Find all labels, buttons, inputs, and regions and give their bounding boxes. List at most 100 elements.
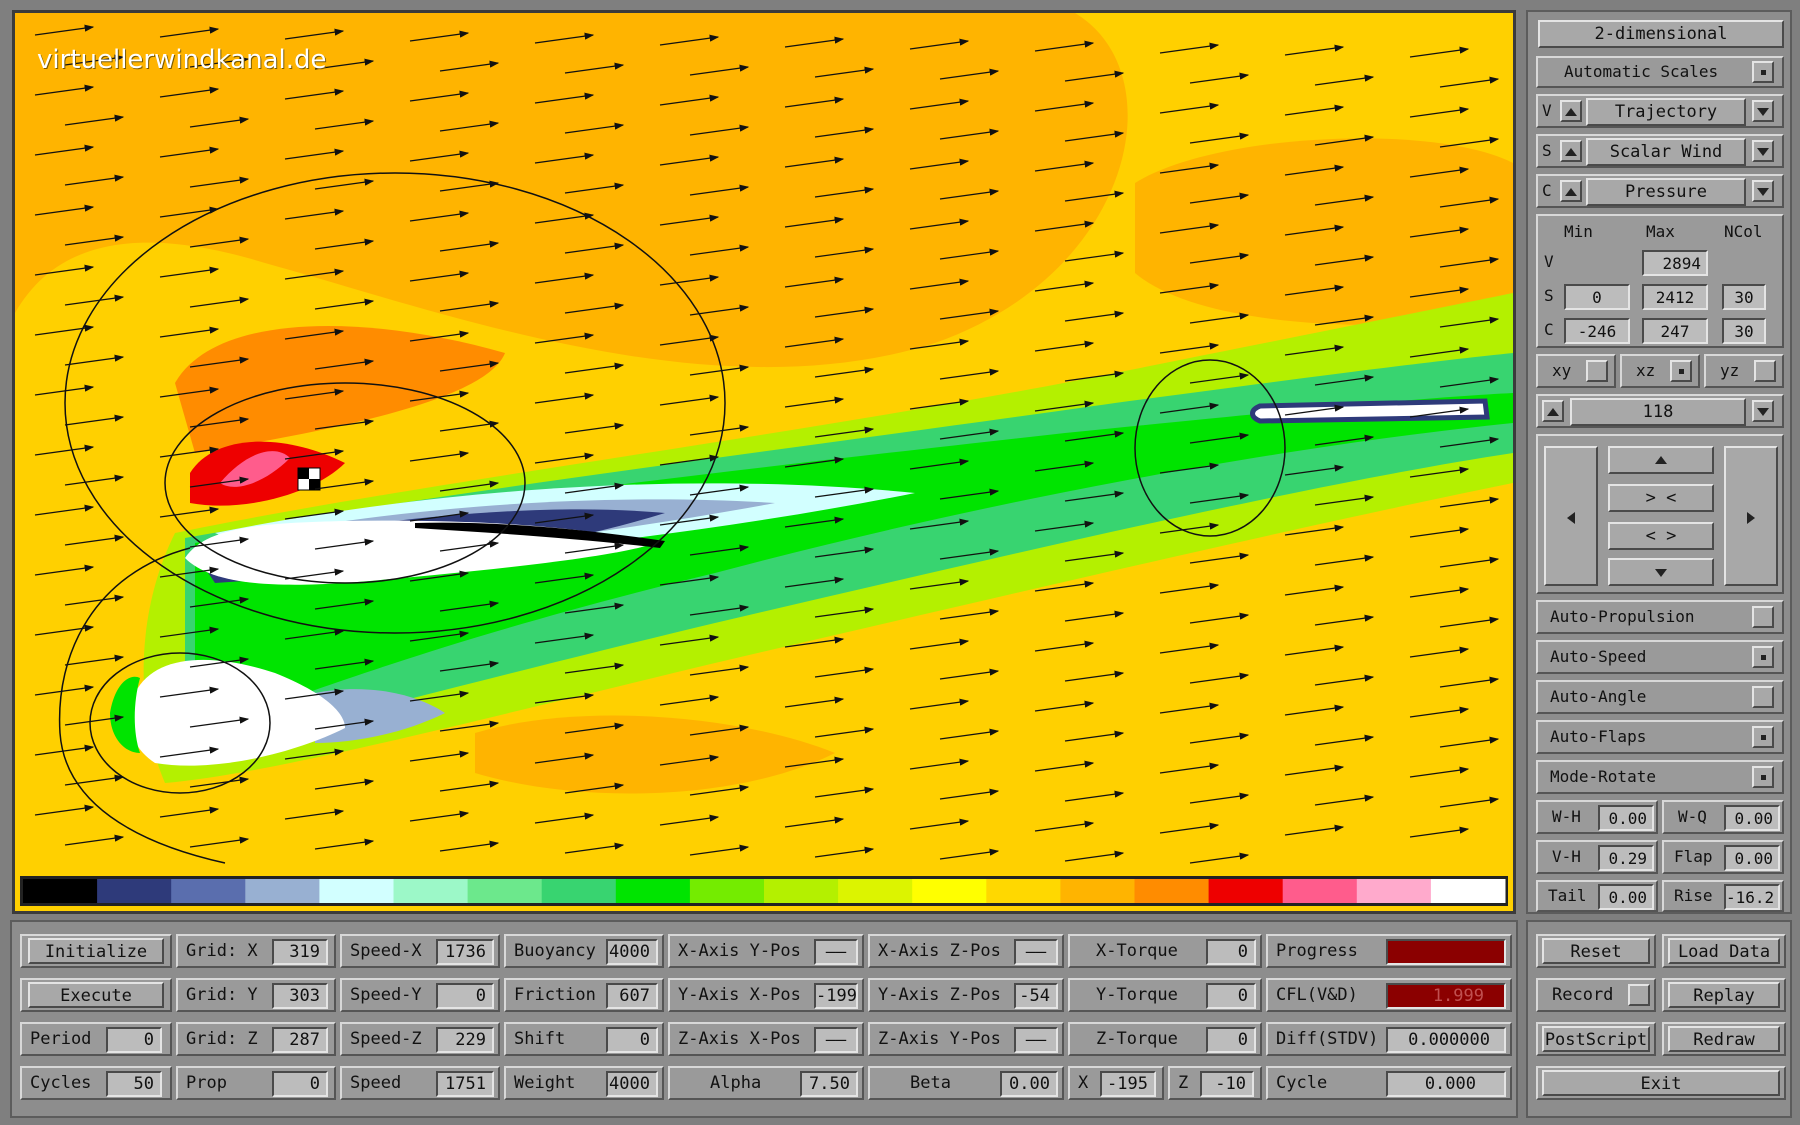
yaxis-zpos-field[interactable]: -54 bbox=[1014, 983, 1058, 1009]
buoyancy-field[interactable]: 4000 bbox=[606, 939, 658, 965]
auto-scales-checkbox[interactable] bbox=[1752, 61, 1774, 83]
pan-left-button[interactable] bbox=[1544, 446, 1598, 586]
prop-field[interactable]: 0 bbox=[272, 1071, 328, 1097]
diff-field: 0.000000 bbox=[1386, 1027, 1506, 1053]
ytorque-field[interactable]: 0 bbox=[1206, 983, 1256, 1009]
scalar-type-select[interactable]: Scalar Wind bbox=[1586, 138, 1746, 166]
c-up-arrow-icon[interactable] bbox=[1560, 180, 1582, 202]
x-field[interactable]: -195 bbox=[1100, 1071, 1156, 1097]
speed-field[interactable]: 1751 bbox=[436, 1071, 494, 1097]
pan-down-button[interactable] bbox=[1608, 558, 1714, 586]
auto-angle-checkbox[interactable] bbox=[1752, 686, 1774, 708]
v-dropdown-icon[interactable] bbox=[1752, 100, 1774, 122]
color-legend-swatch bbox=[97, 879, 172, 903]
yaxis-zpos-label: Y-Axis Z-Pos bbox=[878, 985, 1001, 1005]
ztorque-field[interactable]: 0 bbox=[1206, 1027, 1256, 1053]
c-dropdown-icon[interactable] bbox=[1752, 180, 1774, 202]
slice-down-icon[interactable] bbox=[1752, 400, 1774, 422]
redraw-button[interactable]: Redraw bbox=[1668, 1026, 1780, 1052]
exit-button[interactable]: Exit bbox=[1542, 1070, 1780, 1096]
dimension-toggle-button[interactable]: 2-dimensional bbox=[1538, 20, 1784, 48]
yaxis-xpos-field[interactable]: -199 bbox=[814, 983, 858, 1009]
plane-xz-radio[interactable] bbox=[1670, 360, 1692, 382]
s-dropdown-icon[interactable] bbox=[1752, 140, 1774, 162]
flow-visualization-canvas[interactable]: virtuellerwindkanal.de bbox=[12, 10, 1516, 914]
record-checkbox[interactable] bbox=[1628, 984, 1650, 1006]
pan-up-button[interactable] bbox=[1608, 446, 1714, 474]
auto-propulsion-checkbox[interactable] bbox=[1752, 606, 1774, 628]
xtorque-cell: X-Torque 0 bbox=[1068, 934, 1262, 968]
xaxis-ypos-field[interactable]: —— bbox=[814, 939, 858, 965]
s-ncol-field[interactable]: 30 bbox=[1722, 284, 1766, 310]
initialize-button[interactable]: Initialize bbox=[28, 938, 164, 964]
color-legend-swatch bbox=[467, 879, 543, 903]
auto-speed-checkbox[interactable] bbox=[1752, 646, 1774, 668]
wh-label: W-H bbox=[1552, 807, 1581, 826]
weight-field[interactable]: 4000 bbox=[606, 1071, 658, 1097]
z-field[interactable]: -10 bbox=[1200, 1071, 1254, 1097]
slice-value[interactable]: 118 bbox=[1570, 398, 1746, 426]
zaxis-xpos-field[interactable]: —— bbox=[814, 1027, 858, 1053]
gridy-field[interactable]: 303 bbox=[272, 983, 328, 1009]
plane-xy-radio[interactable] bbox=[1586, 360, 1608, 382]
navigation-pad: > < < > bbox=[1536, 434, 1784, 594]
v-up-arrow-icon[interactable] bbox=[1560, 100, 1582, 122]
contour-type-select[interactable]: Pressure bbox=[1586, 178, 1746, 206]
cfl-label: CFL(V&D) bbox=[1276, 985, 1358, 1005]
c-max-field[interactable]: 247 bbox=[1642, 318, 1708, 344]
v-max-field[interactable]: 2894 bbox=[1642, 250, 1708, 276]
speedz-field[interactable]: 229 bbox=[436, 1027, 494, 1053]
auto-scales-group: Automatic Scales bbox=[1536, 56, 1784, 88]
slice-control: 118 bbox=[1536, 394, 1784, 428]
zoom-in-button[interactable]: > < bbox=[1608, 484, 1714, 512]
z-cell: Z -10 bbox=[1168, 1066, 1262, 1100]
wh-field[interactable]: 0.00 bbox=[1598, 805, 1654, 831]
reset-button[interactable]: Reset bbox=[1542, 938, 1650, 964]
xaxis-zpos-field[interactable]: —— bbox=[1014, 939, 1058, 965]
gridx-field[interactable]: 319 bbox=[272, 939, 328, 965]
postscript-button[interactable]: PostScript bbox=[1542, 1026, 1650, 1052]
auto-speed-label: Auto-Speed bbox=[1550, 647, 1647, 666]
cycles-field[interactable]: 50 bbox=[106, 1071, 162, 1097]
speedx-field[interactable]: 1736 bbox=[436, 939, 494, 965]
c-ncol-field[interactable]: 30 bbox=[1722, 318, 1766, 344]
friction-label: Friction bbox=[514, 985, 596, 1005]
alpha-field[interactable]: 7.50 bbox=[800, 1071, 858, 1097]
s-max-field[interactable]: 2412 bbox=[1642, 284, 1708, 310]
xaxis-ypos-cell: X-Axis Y-Pos —— bbox=[668, 934, 864, 968]
color-legend-swatch bbox=[1356, 879, 1432, 903]
replay-button[interactable]: Replay bbox=[1668, 982, 1780, 1008]
pan-right-button[interactable] bbox=[1724, 446, 1778, 586]
plane-yz-radio[interactable] bbox=[1754, 360, 1776, 382]
xtorque-field[interactable]: 0 bbox=[1206, 939, 1256, 965]
flap-label: Flap bbox=[1674, 847, 1713, 866]
flap-field[interactable]: 0.00 bbox=[1724, 845, 1780, 871]
shift-field[interactable]: 0 bbox=[606, 1027, 658, 1053]
slice-up-icon[interactable] bbox=[1542, 400, 1564, 422]
color-legend-swatch bbox=[319, 879, 394, 903]
vector-type-select[interactable]: Trajectory bbox=[1586, 98, 1746, 126]
max-header: Max bbox=[1646, 222, 1675, 241]
load-data-button[interactable]: Load Data bbox=[1668, 938, 1780, 964]
c-min-field[interactable]: -246 bbox=[1564, 318, 1630, 344]
friction-cell: Friction 607 bbox=[504, 978, 664, 1012]
period-field[interactable]: 0 bbox=[106, 1027, 162, 1053]
gridz-field[interactable]: 287 bbox=[272, 1027, 328, 1053]
s-min-field[interactable]: 0 bbox=[1564, 284, 1630, 310]
mode-rotate-checkbox[interactable] bbox=[1752, 766, 1774, 788]
beta-field[interactable]: 0.00 bbox=[1000, 1071, 1058, 1097]
tail-field[interactable]: 0.00 bbox=[1598, 884, 1654, 910]
zoom-out-button[interactable]: < > bbox=[1608, 522, 1714, 550]
period-cell: Period 0 bbox=[20, 1022, 172, 1056]
auto-flaps-checkbox[interactable] bbox=[1752, 726, 1774, 748]
wq-field[interactable]: 0.00 bbox=[1724, 805, 1780, 831]
execute-button[interactable]: Execute bbox=[28, 982, 164, 1008]
s-up-arrow-icon[interactable] bbox=[1560, 140, 1582, 162]
zaxis-ypos-field[interactable]: —— bbox=[1014, 1027, 1058, 1053]
alpha-cell: Alpha 7.50 bbox=[668, 1066, 864, 1100]
rise-label: Rise bbox=[1674, 886, 1713, 905]
speedy-field[interactable]: 0 bbox=[436, 983, 494, 1009]
friction-field[interactable]: 607 bbox=[606, 983, 658, 1009]
rise-field[interactable]: -16.2 bbox=[1724, 884, 1780, 910]
vh-field[interactable]: 0.29 bbox=[1598, 845, 1654, 871]
